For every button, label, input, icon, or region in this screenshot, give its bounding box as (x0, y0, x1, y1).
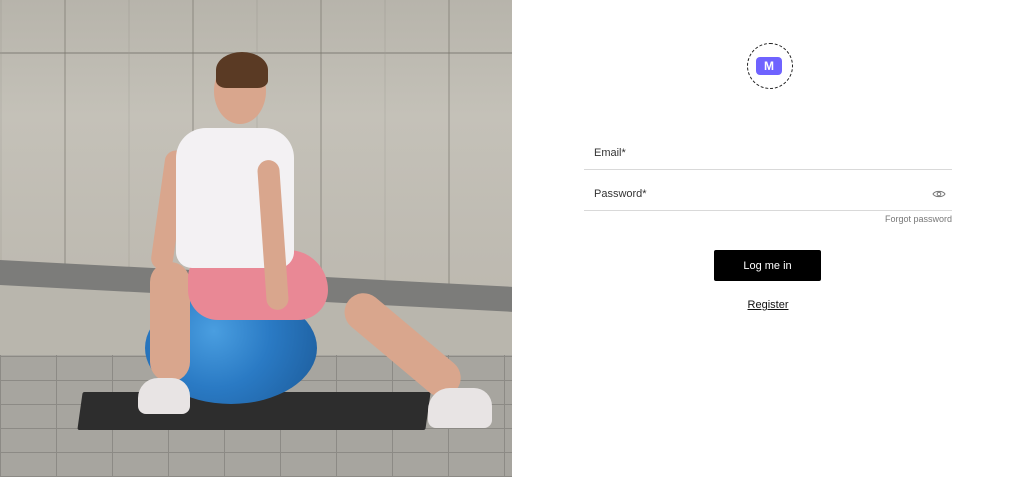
login-button[interactable]: Log me in (714, 250, 821, 281)
shoe-right (428, 388, 492, 428)
shoe-left (138, 378, 190, 414)
login-panel: M Email* Password* Forgot password Log m… (512, 0, 1024, 477)
forgot-password-link[interactable]: Forgot password (885, 214, 952, 224)
wall-line (0, 52, 512, 54)
hair (216, 52, 268, 88)
wall-joint (448, 0, 450, 290)
leg-left (150, 262, 190, 382)
brand-logo: M (747, 43, 793, 89)
logo-mark-icon: M (756, 57, 782, 75)
eye-icon[interactable] (932, 189, 946, 199)
email-field[interactable]: Email* (584, 139, 952, 170)
wall-joint (64, 0, 66, 290)
wall-joint (320, 0, 322, 290)
hero-photo (0, 0, 512, 477)
password-field[interactable]: Password* (584, 180, 952, 211)
password-label: Password* (594, 188, 647, 200)
email-label: Email* (594, 147, 626, 159)
register-link[interactable]: Register (736, 299, 800, 311)
